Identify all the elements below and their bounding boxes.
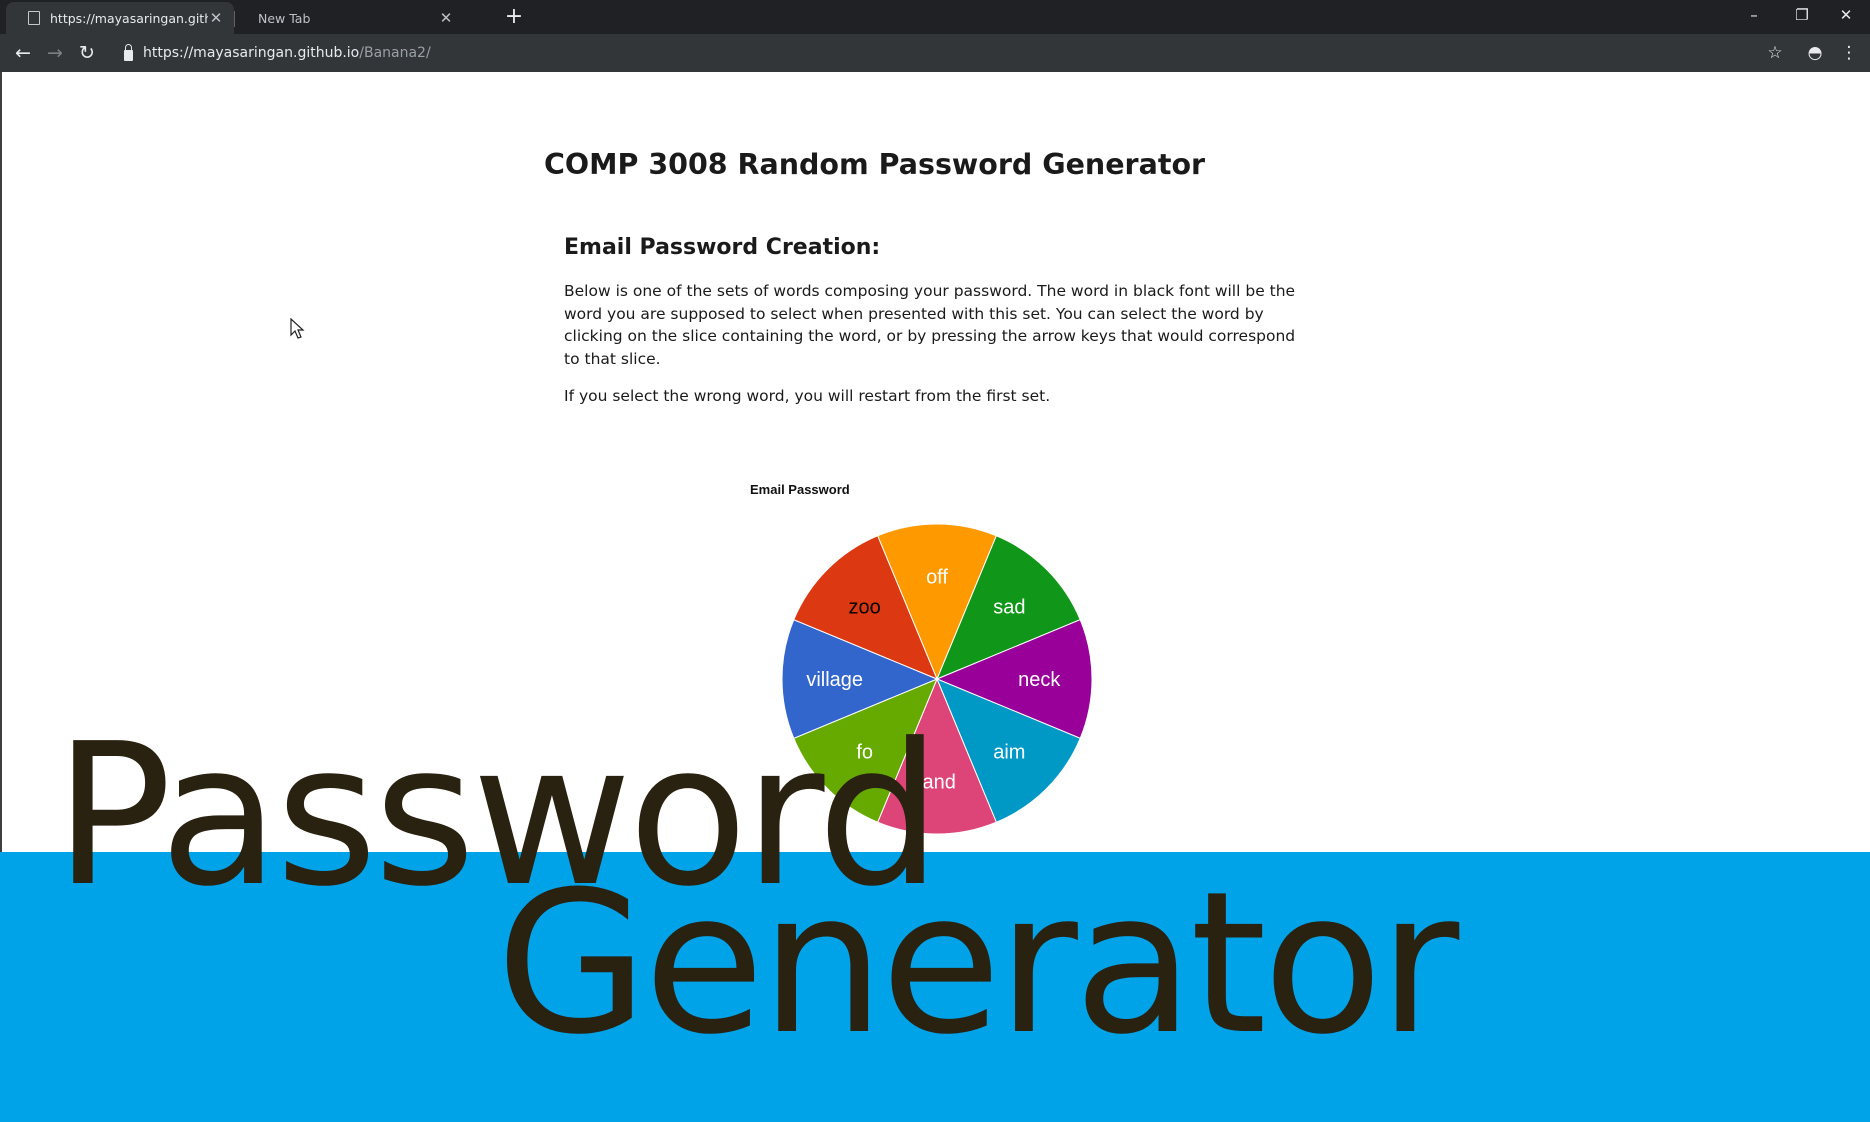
url-path: /Banana2/	[359, 45, 431, 61]
warning-paragraph: If you select the wrong word, you will r…	[564, 387, 1051, 405]
page-title: COMP 3008 Random Password Generator	[544, 148, 1206, 181]
tab-title: New Tab	[258, 10, 311, 26]
pie-slice-label-zoo[interactable]: zoo	[849, 597, 881, 619]
lock-icon	[124, 43, 133, 61]
tab-strip: https://mayasaringan.github.io/B ✕ New T…	[0, 0, 1870, 34]
arrow-left-icon[interactable]: ←	[10, 41, 36, 65]
close-window-icon[interactable]: ✕	[1826, 2, 1866, 30]
reload-icon[interactable]: ↻	[74, 41, 100, 65]
chart-title: Email Password	[750, 482, 850, 497]
tab-new-tab[interactable]: New Tab ✕	[236, 2, 464, 34]
browser-toolbar: ← → ↻ https://mayasaringan.github.io/Ban…	[0, 34, 1870, 72]
kebab-menu-icon[interactable]: ⋮	[1836, 41, 1862, 65]
pie-slice-label-aim[interactable]: aim	[993, 741, 1025, 763]
pie-slice-label-neck[interactable]: neck	[1018, 669, 1061, 691]
incognito-icon[interactable]: ◓	[1802, 41, 1828, 65]
restore-icon[interactable]: ❐	[1782, 2, 1822, 30]
overlay-title-line-2: Generator	[496, 850, 1459, 1078]
address-bar[interactable]: https://mayasaringan.github.io/Banana2/	[112, 39, 1782, 67]
minimize-icon[interactable]: –	[1734, 2, 1774, 30]
tab-separator	[234, 11, 235, 27]
pie-slice-label-village[interactable]: village	[806, 669, 863, 691]
page-icon	[28, 11, 40, 25]
pie-slice-label-sad[interactable]: sad	[993, 597, 1025, 619]
url-host: https://mayasaringan.github.io	[143, 45, 360, 61]
instructions-paragraph: Below is one of the sets of words compos…	[564, 282, 1296, 368]
close-icon[interactable]: ✕	[208, 9, 224, 27]
plus-icon[interactable]: +	[500, 4, 528, 30]
close-icon[interactable]: ✕	[438, 9, 454, 27]
arrow-right-icon[interactable]: →	[42, 41, 68, 65]
window-edge	[0, 72, 2, 852]
mouse-cursor-icon	[290, 318, 305, 339]
section-title: Email Password Creation:	[564, 235, 881, 260]
tab-title: https://mayasaringan.github.io/B	[50, 10, 208, 26]
tab-active[interactable]: https://mayasaringan.github.io/B ✕	[6, 2, 234, 34]
star-icon[interactable]: ☆	[1762, 41, 1788, 65]
pie-slice-label-off[interactable]: off	[926, 567, 948, 589]
